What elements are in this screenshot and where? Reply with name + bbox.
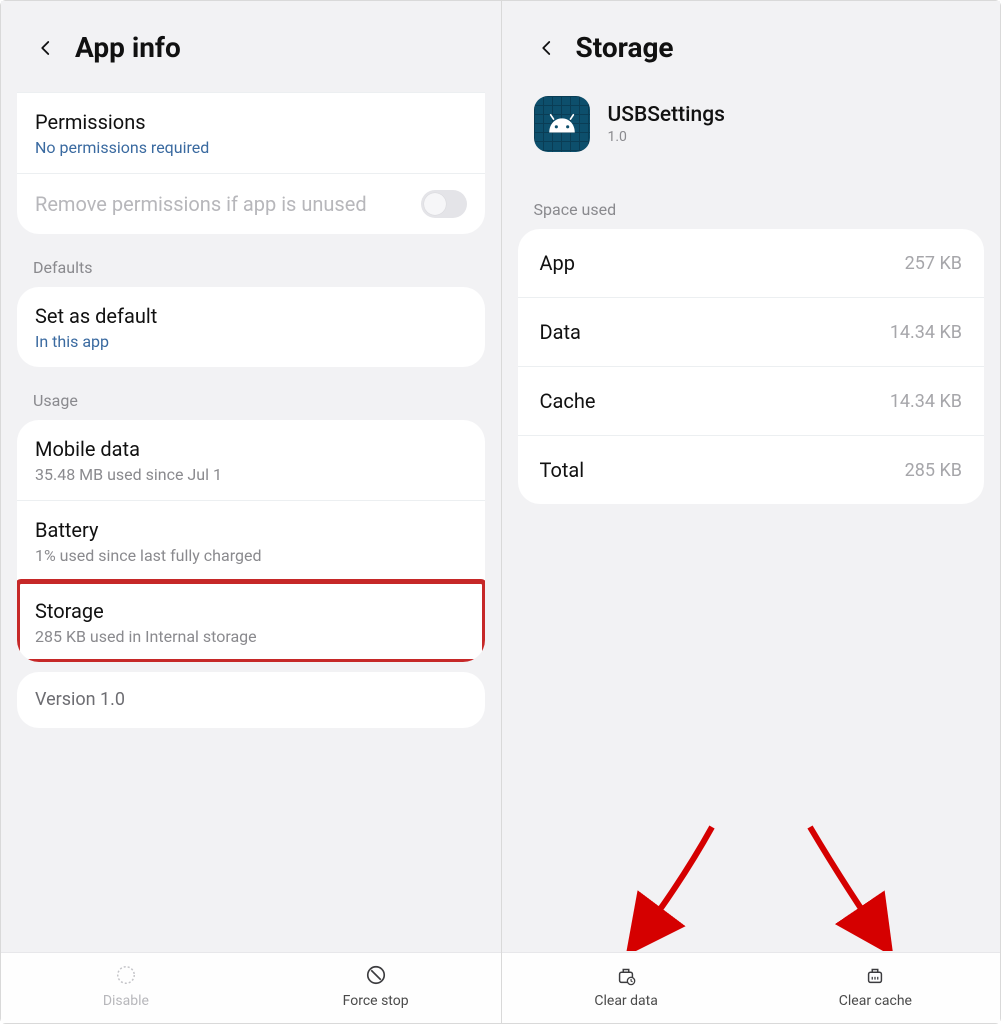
row-remove-permissions[interactable]: Remove permissions if app is unused [17,173,485,234]
app-version: 1.0 [608,129,725,145]
pane-app-info: App info Permissions No permissions requ… [1,1,501,1023]
chevron-left-icon [37,39,55,57]
set-default-title: Set as default [35,303,467,330]
disable-icon [114,963,138,987]
mobile-data-title: Mobile data [35,436,467,463]
force-stop-icon [364,963,388,987]
disable-button[interactable]: Disable [1,963,251,1009]
row-permissions[interactable]: Permissions No permissions required [17,92,485,173]
storage-title: Storage [35,598,467,625]
row-set-default[interactable]: Set as default In this app [17,287,485,367]
battery-title: Battery [35,517,467,544]
force-stop-button[interactable]: Force stop [251,963,501,1009]
section-usage: Usage [1,377,501,420]
header: App info [1,1,501,92]
storage-sub: 285 KB used in Internal storage [35,627,467,646]
android-icon [545,113,579,135]
row-app-size: App 257 KB [518,229,985,297]
card-version: Version 1.0 [17,672,485,728]
row-version: Version 1.0 [17,672,485,728]
data-size-value: 14.34 KB [890,322,962,343]
cache-size-label: Cache [540,389,596,413]
remove-permissions-title: Remove permissions if app is unused [35,191,401,218]
clear-data-label: Clear data [594,993,657,1009]
row-storage[interactable]: Storage 285 KB used in Internal storage [17,581,485,662]
app-name: USBSettings [608,103,725,127]
row-total-size: Total 285 KB [518,435,985,504]
card-usage: Mobile data 35.48 MB used since Jul 1 Ba… [17,420,485,662]
row-mobile-data[interactable]: Mobile data 35.48 MB used since Jul 1 [17,420,485,500]
section-space-used: Space used [502,170,1001,229]
mobile-data-sub: 35.48 MB used since Jul 1 [35,465,467,484]
clear-data-button[interactable]: Clear data [502,963,751,1009]
total-size-label: Total [540,458,585,482]
permissions-sub: No permissions required [35,138,467,157]
cache-size-value: 14.34 KB [890,391,962,412]
bottom-bar: Clear data Clear cache [502,952,1001,1023]
pane-storage: Storage USBSettings 1.0 Space used App [501,1,1001,1023]
app-icon [534,96,590,152]
clear-cache-label: Clear cache [839,993,912,1009]
app-size-label: App [540,251,576,275]
force-stop-label: Force stop [343,993,409,1009]
card-defaults: Set as default In this app [17,287,485,367]
page-title: Storage [576,31,674,64]
card-privacy: Permissions No permissions required Remo… [17,92,485,234]
data-size-label: Data [540,320,581,344]
annotation-arrow [622,821,732,951]
clear-cache-button[interactable]: Clear cache [751,963,1000,1009]
toggle-remove-permissions[interactable] [421,190,467,218]
clear-cache-icon [863,963,887,987]
total-size-value: 285 KB [905,460,962,481]
page-title: App info [75,31,181,64]
version-label: Version 1.0 [35,688,467,712]
app-identity: USBSettings 1.0 [502,96,1001,170]
row-data-size: Data 14.34 KB [518,297,985,366]
set-default-sub: In this app [35,332,467,351]
permissions-title: Permissions [35,109,467,136]
back-button[interactable] [536,37,558,59]
clear-data-icon [614,963,638,987]
annotation-arrow [792,821,902,951]
chevron-left-icon [538,39,556,57]
row-battery[interactable]: Battery 1% used since last fully charged [17,500,485,581]
disable-label: Disable [103,993,149,1009]
header: Storage [502,1,1001,92]
section-defaults: Defaults [1,244,501,287]
battery-sub: 1% used since last fully charged [35,546,467,565]
card-space-used: App 257 KB Data 14.34 KB Cache 14.34 KB … [518,229,985,504]
row-cache-size: Cache 14.34 KB [518,366,985,435]
bottom-bar: Disable Force stop [1,952,501,1023]
app-size-value: 257 KB [905,253,962,274]
back-button[interactable] [35,37,57,59]
